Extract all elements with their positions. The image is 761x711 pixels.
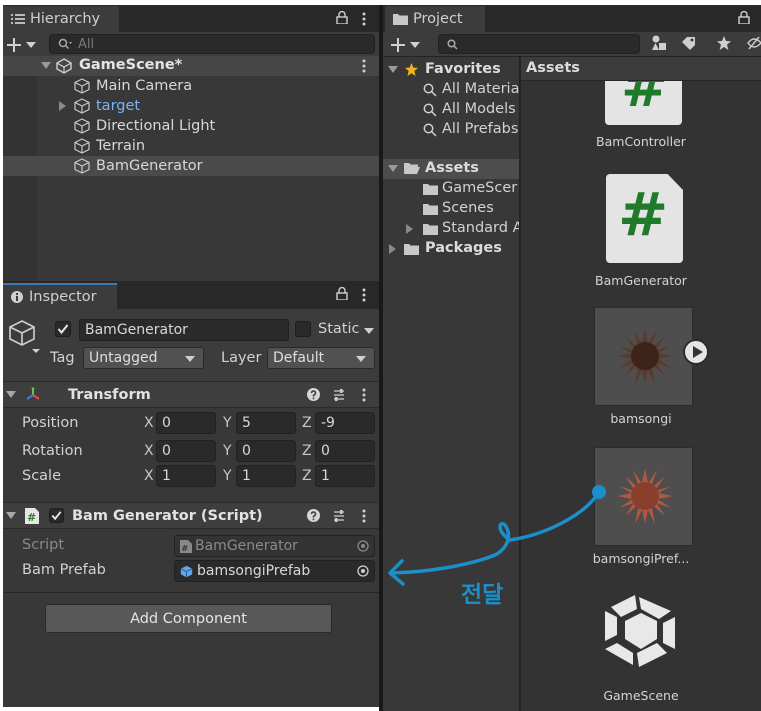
drag-annotation-arrow xyxy=(388,485,606,586)
annotation-text: 전달 xyxy=(461,582,504,608)
